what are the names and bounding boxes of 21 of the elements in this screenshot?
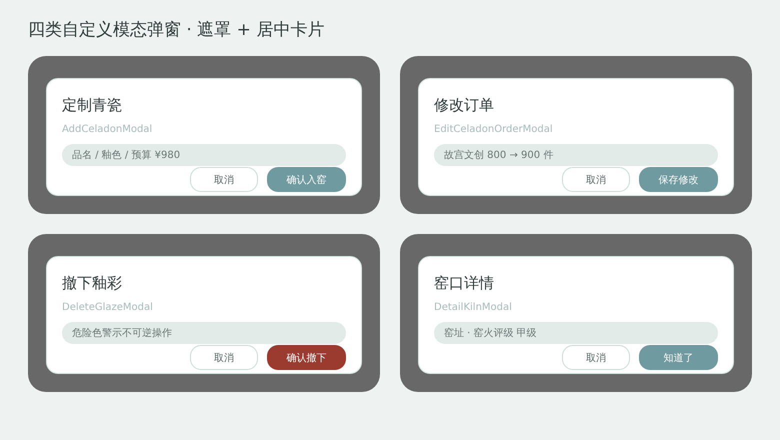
input-field[interactable]: 品名 / 釉色 / 预算 ¥980 bbox=[62, 144, 346, 166]
cancel-button[interactable]: 取消 bbox=[562, 167, 630, 192]
input-field[interactable]: 窑址 · 窑火评级 甲级 bbox=[434, 322, 718, 344]
page-title: 四类自定义模态弹窗 · 遮罩 + 居中卡片 bbox=[28, 19, 326, 42]
input-field[interactable]: 危险色警示不可逆操作 bbox=[62, 322, 346, 344]
confirm-button[interactable]: 确认入窑 bbox=[267, 167, 346, 192]
cancel-button[interactable]: 取消 bbox=[190, 167, 258, 192]
component-name: DetailKilnModal bbox=[434, 301, 513, 314]
modal-title: 修改订单 bbox=[434, 95, 495, 115]
component-name: EditCeladonOrderModal bbox=[434, 123, 554, 136]
modal-title: 撤下釉彩 bbox=[62, 273, 123, 293]
confirm-button[interactable]: 确认撤下 bbox=[267, 345, 346, 370]
modal-title: 定制青瓷 bbox=[62, 95, 123, 115]
input-field[interactable]: 故宫文创 800 → 900 件 bbox=[434, 144, 718, 166]
modal-title: 窑口详情 bbox=[434, 273, 495, 293]
component-name: AddCeladonModal bbox=[62, 123, 154, 136]
confirm-button[interactable]: 知道了 bbox=[639, 345, 718, 370]
cancel-button[interactable]: 取消 bbox=[562, 345, 630, 370]
cancel-button[interactable]: 取消 bbox=[190, 345, 258, 370]
confirm-button[interactable]: 保存修改 bbox=[639, 167, 718, 192]
component-name: DeleteGlazeModal bbox=[62, 301, 154, 314]
